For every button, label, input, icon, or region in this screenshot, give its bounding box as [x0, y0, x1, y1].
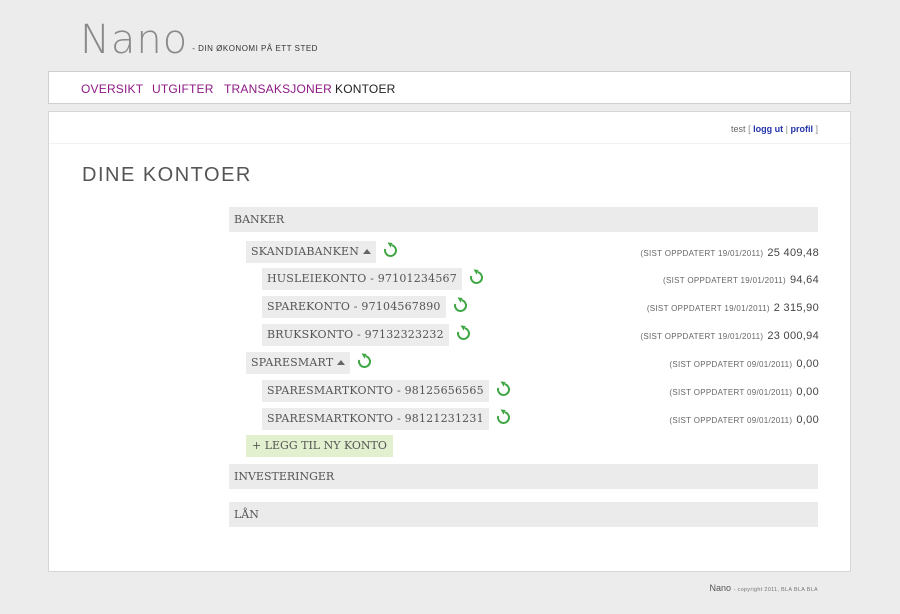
bank-toggle[interactable]: SPARESMART [246, 352, 351, 374]
nav-oversikt[interactable]: OVERSIKT [81, 82, 143, 96]
nav-kontoer[interactable]: KONTOER [335, 82, 396, 96]
footer: Nano - copyright 2011, BLA BLA BLA [710, 583, 818, 593]
bracket-open: [ [748, 124, 751, 134]
user-name: test [731, 124, 746, 134]
account-row: HUSLEIEKONTO - 97101234567 [262, 268, 486, 290]
divider: | [785, 124, 788, 134]
refresh-icon[interactable] [494, 408, 513, 427]
bank-row: SKANDIABANKEN [246, 241, 400, 263]
account-meta: (SIST OPPDATERT 19/01/2011) 94,64 [663, 268, 819, 290]
balance: 94,64 [789, 274, 819, 286]
account-name[interactable]: HUSLEIEKONTO - 97101234567 [262, 268, 462, 290]
main-nav: OVERSIKT UTGIFTER TRANSAKSJONER KONTOER [48, 71, 851, 104]
balance: 0,00 [796, 358, 819, 370]
user-bar: test [ logg ut | profil ] [731, 124, 818, 134]
last-updated: (SIST OPPDATERT 09/01/2011) [669, 388, 793, 397]
profile-link[interactable]: profil [790, 124, 813, 134]
bracket-close: ] [815, 124, 818, 134]
balance: 2 315,90 [773, 302, 819, 314]
bank-meta: (SIST OPPDATERT 09/01/2011) 0,00 [669, 352, 819, 374]
brand-logo[interactable]: Nano - DIN ØKONOMI PÅ ETT STED [80, 20, 318, 60]
account-row: SPAREKONTO - 97104567890 [262, 296, 469, 318]
refresh-icon[interactable] [494, 380, 513, 399]
account-row: BRUKSKONTO - 97132323232 [262, 324, 473, 346]
refresh-icon[interactable] [467, 268, 486, 287]
account-row: SPARESMARTKONTO - 98121231231 [262, 408, 513, 430]
caret-up-icon [363, 249, 372, 254]
bank-row: SPARESMART [246, 352, 374, 374]
account-meta: (SIST OPPDATERT 19/01/2011) 23 000,94 [640, 324, 819, 346]
bank-name: SPARESMART [251, 356, 334, 369]
account-meta: (SIST OPPDATERT 09/01/2011) 0,00 [669, 408, 819, 430]
last-updated: (SIST OPPDATERT 19/01/2011) [663, 276, 786, 285]
balance: 25 409,48 [767, 247, 819, 259]
section-lan[interactable]: LÅN [229, 502, 818, 527]
nav-utgifter[interactable]: UTGIFTER [152, 82, 214, 96]
last-updated: (SIST OPPDATERT 19/01/2011) [640, 332, 764, 341]
page-title: DINE KONTOER [82, 164, 252, 186]
last-updated: (SIST OPPDATERT 09/01/2011) [669, 360, 793, 369]
userbar-divider [49, 143, 850, 144]
bank-name: SKANDIABANKEN [251, 245, 360, 258]
balance: 0,00 [796, 386, 819, 398]
refresh-icon[interactable] [454, 324, 473, 343]
nav-transaksjoner[interactable]: TRANSAKSJONER [224, 82, 332, 96]
bank-toggle[interactable]: SKANDIABANKEN [246, 241, 377, 263]
account-row: SPARESMARTKONTO - 98125656565 [262, 380, 513, 402]
footer-copyright: - copyright 2011, BLA BLA BLA [733, 587, 818, 593]
refresh-icon[interactable] [381, 241, 400, 260]
logout-link[interactable]: logg ut [753, 124, 783, 134]
caret-up-icon [337, 360, 346, 365]
brand-name: Nano [80, 17, 189, 63]
last-updated: (SIST OPPDATERT 19/01/2011) [646, 304, 770, 313]
section-investeringer[interactable]: INVESTERINGER [229, 464, 818, 489]
brand-tagline: - DIN ØKONOMI PÅ ETT STED [192, 44, 318, 53]
account-name[interactable]: SPARESMARTKONTO - 98121231231 [262, 408, 489, 430]
main-panel: test [ logg ut | profil ] DINE KONTOER B… [48, 111, 851, 572]
account-meta: (SIST OPPDATERT 19/01/2011) 2 315,90 [647, 296, 819, 318]
footer-brand: Nano [709, 583, 732, 593]
section-banker[interactable]: BANKER [229, 207, 818, 232]
account-name[interactable]: SPARESMARTKONTO - 98125656565 [262, 380, 489, 402]
add-account-button[interactable]: + LEGG TIL NY KONTO [246, 435, 393, 457]
refresh-icon[interactable] [451, 296, 469, 315]
balance: 0,00 [796, 414, 819, 426]
account-name[interactable]: SPAREKONTO - 97104567890 [262, 296, 446, 318]
refresh-icon[interactable] [355, 352, 374, 371]
last-updated: (SIST OPPDATERT 09/01/2011) [669, 416, 793, 425]
last-updated: (SIST OPPDATERT 19/01/2011) [640, 249, 764, 258]
account-name[interactable]: BRUKSKONTO - 97132323232 [262, 324, 449, 346]
account-meta: (SIST OPPDATERT 09/01/2011) 0,00 [669, 380, 819, 402]
balance: 23 000,94 [767, 330, 819, 342]
bank-meta: (SIST OPPDATERT 19/01/2011) 25 409,48 [640, 241, 819, 263]
